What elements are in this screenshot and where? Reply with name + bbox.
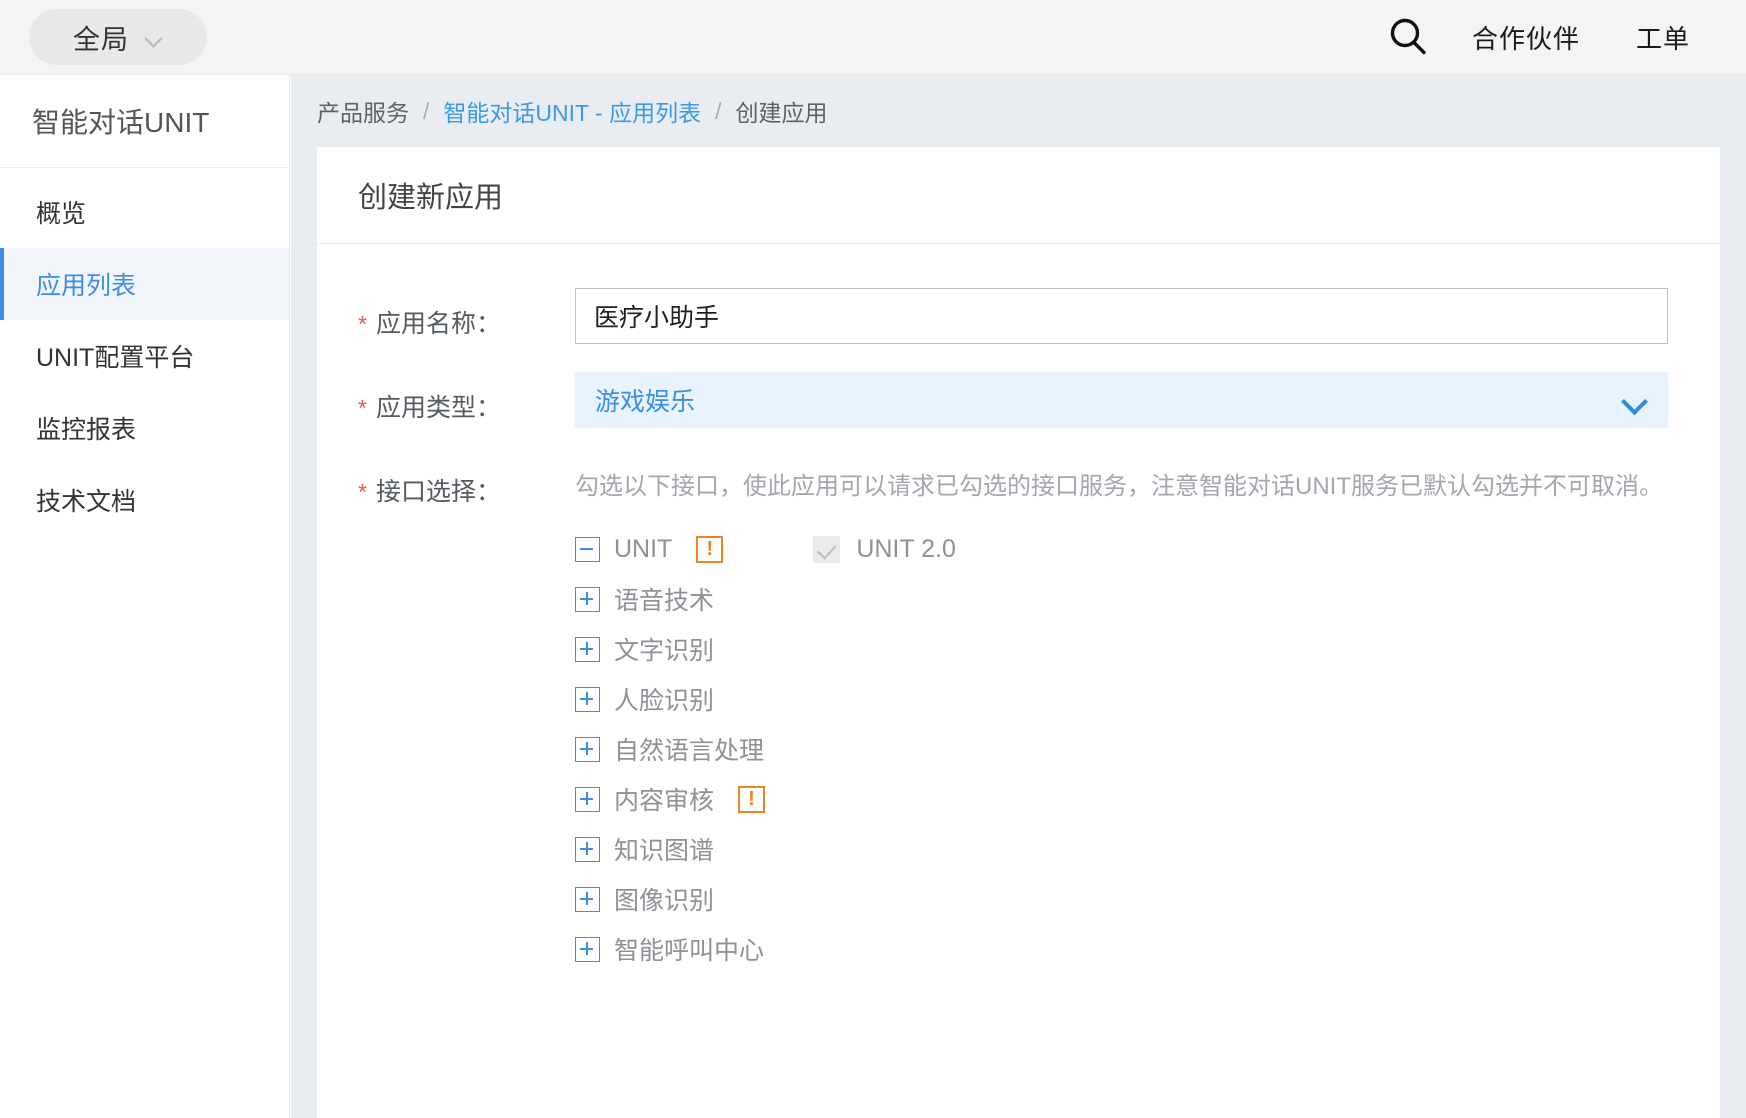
app-type-selected-value: 游戏娱乐 — [595, 388, 696, 416]
interface-select-field-wrap: 勾选以下接口，使此应用可以请求已勾选的接口服务，注意智能对话UNIT服务已默认勾… — [575, 456, 1720, 974]
interface-select-description: 勾选以下接口，使此应用可以请求已勾选的接口服务，注意智能对话UNIT服务已默认勾… — [575, 473, 1663, 500]
chevron-down-icon[interactable] — [1622, 392, 1646, 406]
tree-row: 知识图谱 — [575, 824, 1668, 874]
expand-plus-icon[interactable] — [575, 836, 600, 862]
tree-node-label: 自然语言处理 — [614, 737, 765, 765]
breadcrumb-item-app-list[interactable]: 智能对话UNIT - 应用列表 — [443, 94, 701, 128]
breadcrumb-item-create-app: 创建应用 — [735, 100, 828, 126]
tree-node-label: 文字识别 — [614, 637, 715, 665]
chevron-down-icon — [145, 32, 163, 42]
sidebar-item-label: 应用列表 — [36, 272, 137, 300]
sidebar-item-label: 监控报表 — [36, 416, 137, 444]
sidebar: 智能对话UNIT 概览 应用列表 UNIT配置平台 监控报表 技术文档 — [0, 75, 290, 1118]
tree-node-label: 图像识别 — [614, 887, 715, 915]
breadcrumb-item-products[interactable]: 产品服务 — [317, 94, 409, 128]
tree-row: UNIT ! UNIT 2.0 — [575, 524, 1668, 574]
header-actions: 合作伙伴 工单 — [1372, 7, 1746, 67]
tree-node-call-center[interactable]: 智能呼叫中心 — [575, 931, 764, 967]
app-name-label: * 应用名称： — [317, 288, 575, 344]
tree-node-knowledge-graph[interactable]: 知识图谱 — [575, 831, 714, 867]
sidebar-item-monitor-report[interactable]: 监控报表 — [0, 392, 289, 464]
form-row-app-type: * 应用类型： 游戏娱乐 — [317, 372, 1720, 428]
breadcrumb: 产品服务 / 智能对话UNIT - 应用列表 / 创建应用 — [291, 75, 1746, 147]
warning-badge-icon: ! — [696, 535, 724, 563]
region-label: 全局 — [73, 24, 129, 55]
tree-row: 内容审核 ! — [575, 774, 1668, 824]
tree-node-nlp[interactable]: 自然语言处理 — [575, 731, 764, 767]
checkbox-checked-disabled-icon — [813, 535, 841, 563]
tree-row: 文字识别 — [575, 624, 1668, 674]
sidebar-item-tech-docs[interactable]: 技术文档 — [0, 464, 289, 536]
required-mark: * — [358, 479, 367, 505]
tree-node-face[interactable]: 人脸识别 — [575, 681, 714, 717]
tree-row: 智能呼叫中心 — [575, 924, 1668, 974]
expand-plus-icon[interactable] — [575, 686, 600, 712]
tree-row: 语音技术 — [575, 574, 1668, 624]
tree-child-unit-2[interactable]: UNIT 2.0 — [813, 535, 956, 564]
create-app-card: 创建新应用 * 应用名称： * 应用类型： 游戏娱乐 — [317, 147, 1720, 1118]
tree-row: 人脸识别 — [575, 674, 1668, 724]
header-link-tickets[interactable]: 工单 — [1608, 19, 1718, 56]
warning-badge-icon: ! — [738, 785, 766, 813]
page-title: 创建新应用 — [317, 147, 1720, 244]
app-name-label-text: 应用名称： — [375, 310, 501, 338]
breadcrumb-separator: / — [423, 97, 430, 124]
tree-node-speech[interactable]: 语音技术 — [575, 581, 714, 617]
tree-node-label: 语音技术 — [614, 587, 715, 615]
sidebar-item-overview[interactable]: 概览 — [0, 176, 289, 248]
tree-node-image-recognition[interactable]: 图像识别 — [575, 881, 714, 917]
search-icon[interactable] — [1372, 7, 1444, 67]
sidebar-item-unit-config[interactable]: UNIT配置平台 — [0, 320, 289, 392]
tree-node-label: 人脸识别 — [614, 687, 715, 715]
main-content: 产品服务 / 智能对话UNIT - 应用列表 / 创建应用 创建新应用 * 应用名… — [291, 75, 1746, 1118]
breadcrumb-separator: / — [715, 97, 722, 124]
interface-select-label: * 接口选择： — [317, 456, 575, 974]
app-name-input[interactable] — [575, 288, 1668, 344]
sidebar-title: 智能对话UNIT — [0, 75, 289, 168]
app-type-field-wrap: 游戏娱乐 — [575, 372, 1720, 428]
app-type-label-text: 应用类型： — [375, 394, 501, 422]
tree-node-ocr[interactable]: 文字识别 — [575, 631, 714, 667]
header-link-partners[interactable]: 合作伙伴 — [1444, 19, 1608, 56]
expand-plus-icon[interactable] — [575, 736, 600, 762]
sidebar-item-label: UNIT配置平台 — [36, 344, 195, 372]
region-selector[interactable]: 全局 — [29, 9, 207, 65]
interface-select-label-text: 接口选择： — [375, 478, 501, 506]
tree-row: 自然语言处理 — [575, 724, 1668, 774]
form-row-app-name: * 应用名称： — [317, 288, 1720, 344]
tree-node-content-moderation[interactable]: 内容审核 ! — [575, 781, 766, 817]
expand-plus-icon[interactable] — [575, 786, 600, 812]
tree-node-label: 内容审核 — [614, 787, 715, 815]
tree-node-label: 智能呼叫中心 — [614, 937, 765, 965]
expand-plus-icon[interactable] — [575, 936, 600, 962]
interface-tree: UNIT ! UNIT 2.0 语音技术 文字识别 人脸识别 自然语言处理 内容… — [575, 524, 1668, 974]
tree-node-label: UNIT — [614, 534, 673, 563]
create-app-form: * 应用名称： * 应用类型： 游戏娱乐 — [317, 244, 1720, 974]
tree-child-label: UNIT 2.0 — [856, 534, 956, 563]
tree-node-label: 知识图谱 — [614, 837, 715, 865]
form-row-interface-select: * 接口选择： 勾选以下接口，使此应用可以请求已勾选的接口服务，注意智能对话UNI… — [317, 456, 1720, 974]
sidebar-item-app-list[interactable]: 应用列表 — [0, 248, 289, 320]
tree-row: 图像识别 — [575, 874, 1668, 924]
sidebar-item-label: 技术文档 — [36, 488, 137, 516]
expand-plus-icon[interactable] — [575, 886, 600, 912]
app-type-label: * 应用类型： — [317, 372, 575, 428]
required-mark: * — [358, 395, 367, 421]
app-name-field-wrap — [575, 288, 1720, 344]
top-header: 全局 合作伙伴 工单 — [0, 0, 1746, 75]
expand-plus-icon[interactable] — [575, 636, 600, 662]
required-mark: * — [358, 311, 367, 337]
sidebar-menu: 概览 应用列表 UNIT配置平台 监控报表 技术文档 — [0, 168, 289, 536]
app-type-select[interactable]: 游戏娱乐 — [575, 372, 1668, 428]
sidebar-item-label: 概览 — [36, 200, 87, 228]
tree-node-unit[interactable]: UNIT ! — [575, 534, 724, 564]
expand-plus-icon[interactable] — [575, 586, 600, 612]
collapse-minus-icon[interactable] — [575, 536, 600, 562]
